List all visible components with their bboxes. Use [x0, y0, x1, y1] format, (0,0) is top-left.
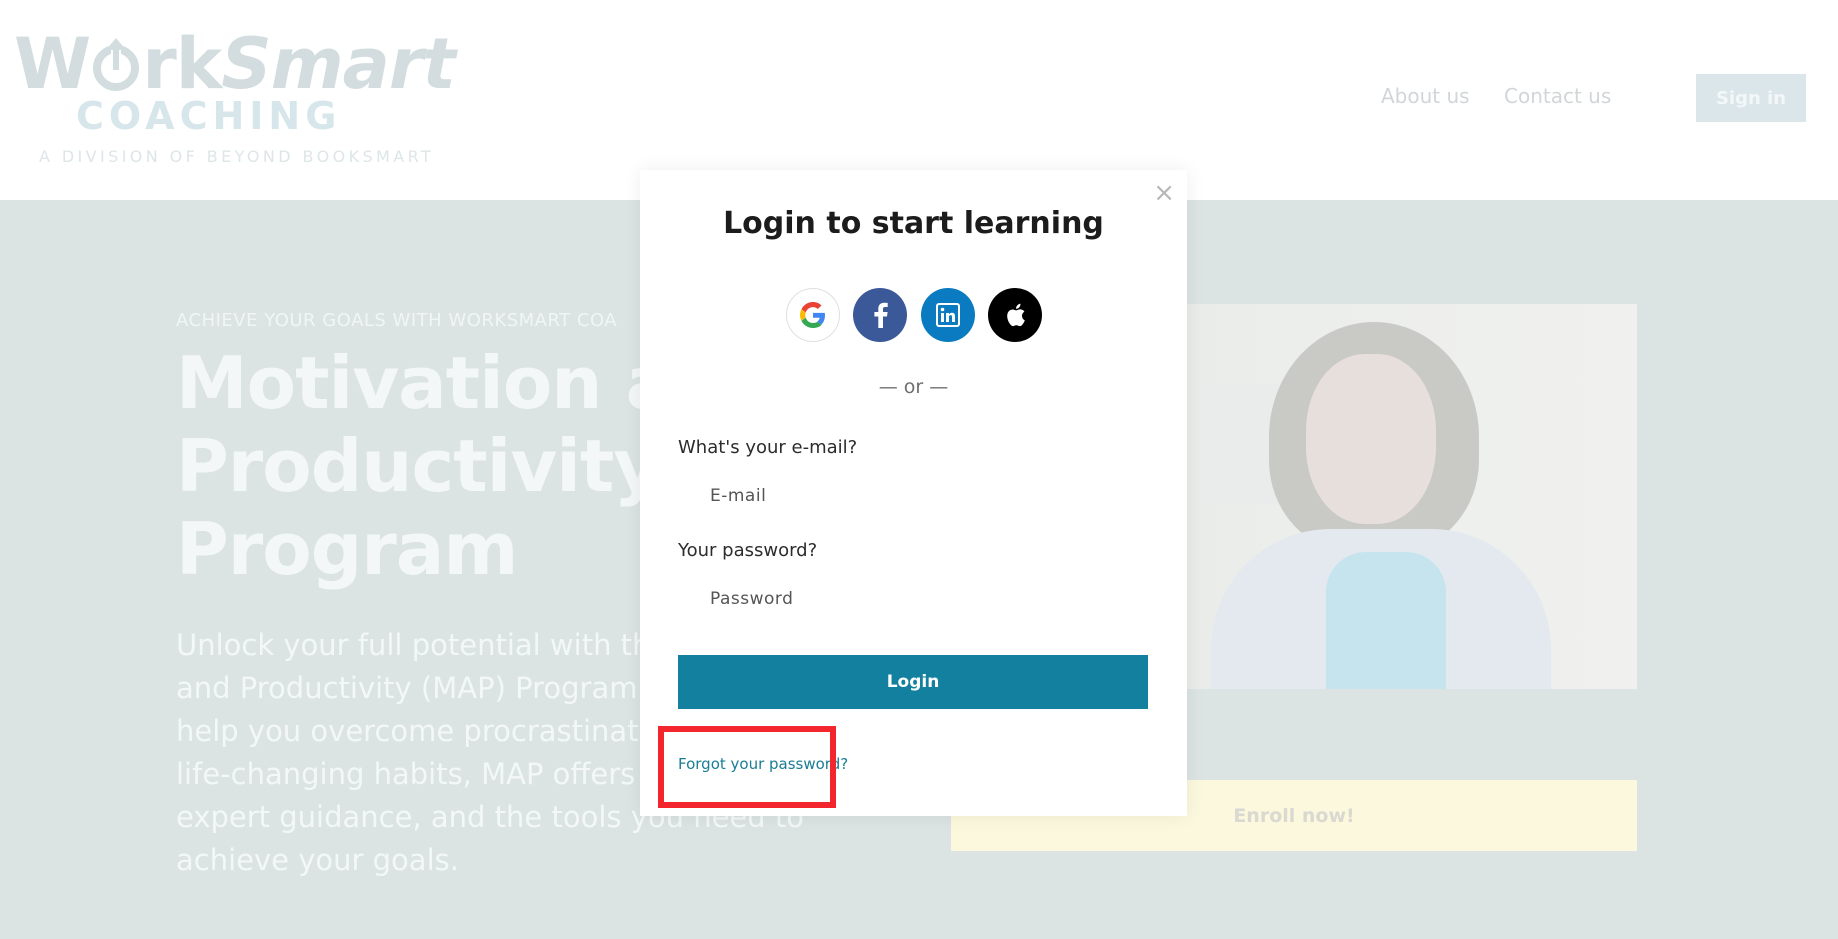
google-icon: [800, 302, 825, 328]
login-button[interactable]: Login: [678, 655, 1148, 709]
linkedin-icon: [935, 303, 960, 327]
email-label: What's your e-mail?: [678, 437, 858, 458]
apple-login-button[interactable]: [987, 288, 1042, 342]
hero-title-line: Productivity: [176, 424, 660, 508]
nav-about-us[interactable]: About us: [1381, 84, 1470, 108]
or-divider: — or —: [878, 376, 949, 398]
person-face-shape: [1306, 354, 1436, 524]
nav-contact-us[interactable]: Contact us: [1504, 84, 1611, 108]
hero-eyebrow: ACHIEVE YOUR GOALS WITH WORKSMART COA: [176, 310, 618, 331]
google-login-button[interactable]: [786, 288, 840, 342]
power-icon: [93, 38, 140, 91]
facebook-login-button[interactable]: [853, 288, 908, 342]
forgot-password-link[interactable]: Forgot your password?: [678, 755, 848, 773]
logo-coaching: COACHING: [76, 94, 342, 138]
password-label: Your password?: [678, 540, 818, 561]
hero-desc-line: help you overcome procrastinatio: [176, 714, 665, 748]
hero-title-line: Motivation ar: [176, 341, 709, 425]
hero-desc-line: Unlock your full potential with the: [176, 628, 669, 662]
login-modal: × Login to start learning — or — What's …: [640, 170, 1187, 816]
modal-title: Login to start learning: [723, 206, 1104, 241]
password-field[interactable]: [678, 579, 1148, 619]
sign-in-button[interactable]: Sign in: [1696, 74, 1806, 122]
linkedin-login-button[interactable]: [920, 288, 975, 342]
person-top-shape: [1326, 552, 1446, 689]
social-login-row: [786, 288, 1042, 342]
email-field[interactable]: [678, 476, 1148, 516]
hero-desc-line: achieve your goals.: [176, 843, 459, 877]
hero-desc-line: and Productivity (MAP) Program.: [176, 671, 647, 705]
close-icon[interactable]: ×: [1153, 178, 1175, 208]
logo-tagline: A DIVISION OF BEYOND BOOKSMART: [39, 147, 435, 166]
worksmart-logo[interactable]: WrkSmart COACHING A DIVISION OF BEYOND B…: [14, 24, 456, 174]
apple-icon: [1007, 303, 1025, 327]
hero-desc-line: life-changing habits, MAP offers: [176, 757, 636, 791]
hero-title-line: Program: [176, 507, 518, 591]
facebook-icon: [874, 302, 889, 328]
